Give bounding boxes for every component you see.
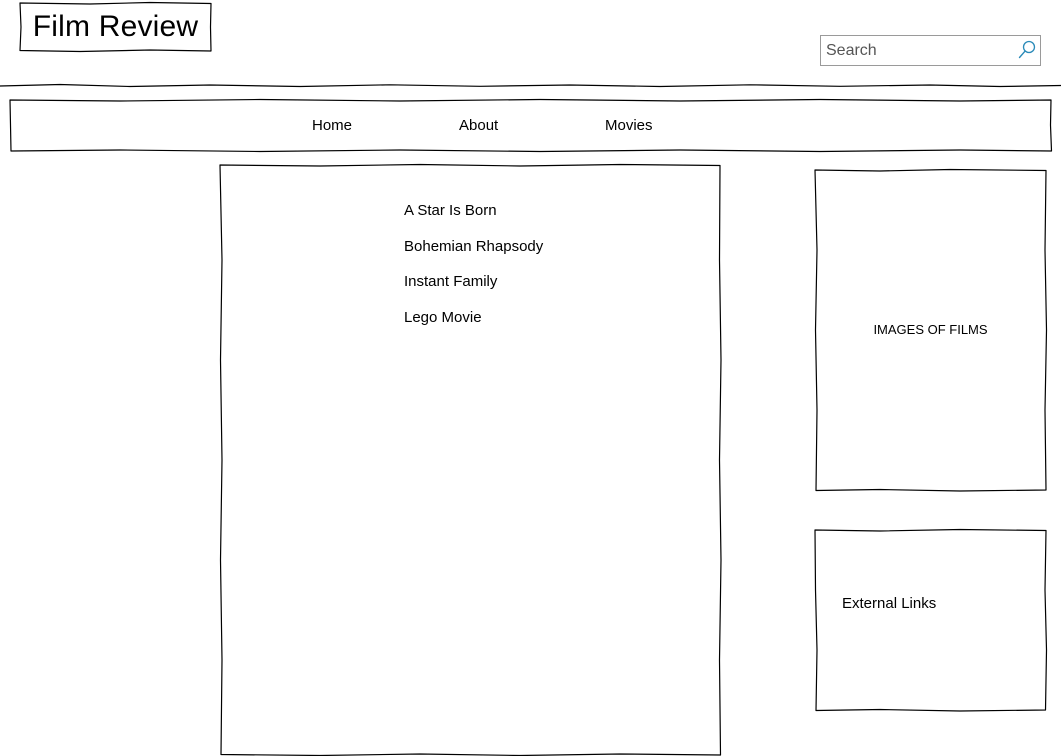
nav-movies-link[interactable]: Movies	[605, 117, 653, 134]
search-icon[interactable]	[1016, 39, 1038, 61]
nav-bar-outline	[9, 98, 1053, 153]
search-box[interactable]	[820, 35, 1041, 66]
film-images-placeholder: IMAGES OF FILMS	[873, 322, 988, 337]
nav-home-link[interactable]: Home	[312, 117, 352, 134]
nav-about-link[interactable]: About	[459, 117, 498, 134]
movie-link[interactable]: Lego Movie	[404, 309, 482, 326]
search-input[interactable]	[821, 37, 1011, 64]
site-title: Film Review	[32, 10, 199, 43]
links-panel-outline	[814, 528, 1048, 712]
wireframe-outlines	[0, 1, 1061, 756]
movie-link[interactable]: A Star Is Born	[404, 202, 497, 219]
movie-link[interactable]: Instant Family	[404, 273, 497, 290]
header-divider	[0, 83, 1061, 88]
external-links-label[interactable]: External Links	[842, 595, 936, 612]
movie-link[interactable]: Bohemian Rhapsody	[404, 238, 543, 255]
site-title-box: Film Review	[20, 3, 211, 51]
